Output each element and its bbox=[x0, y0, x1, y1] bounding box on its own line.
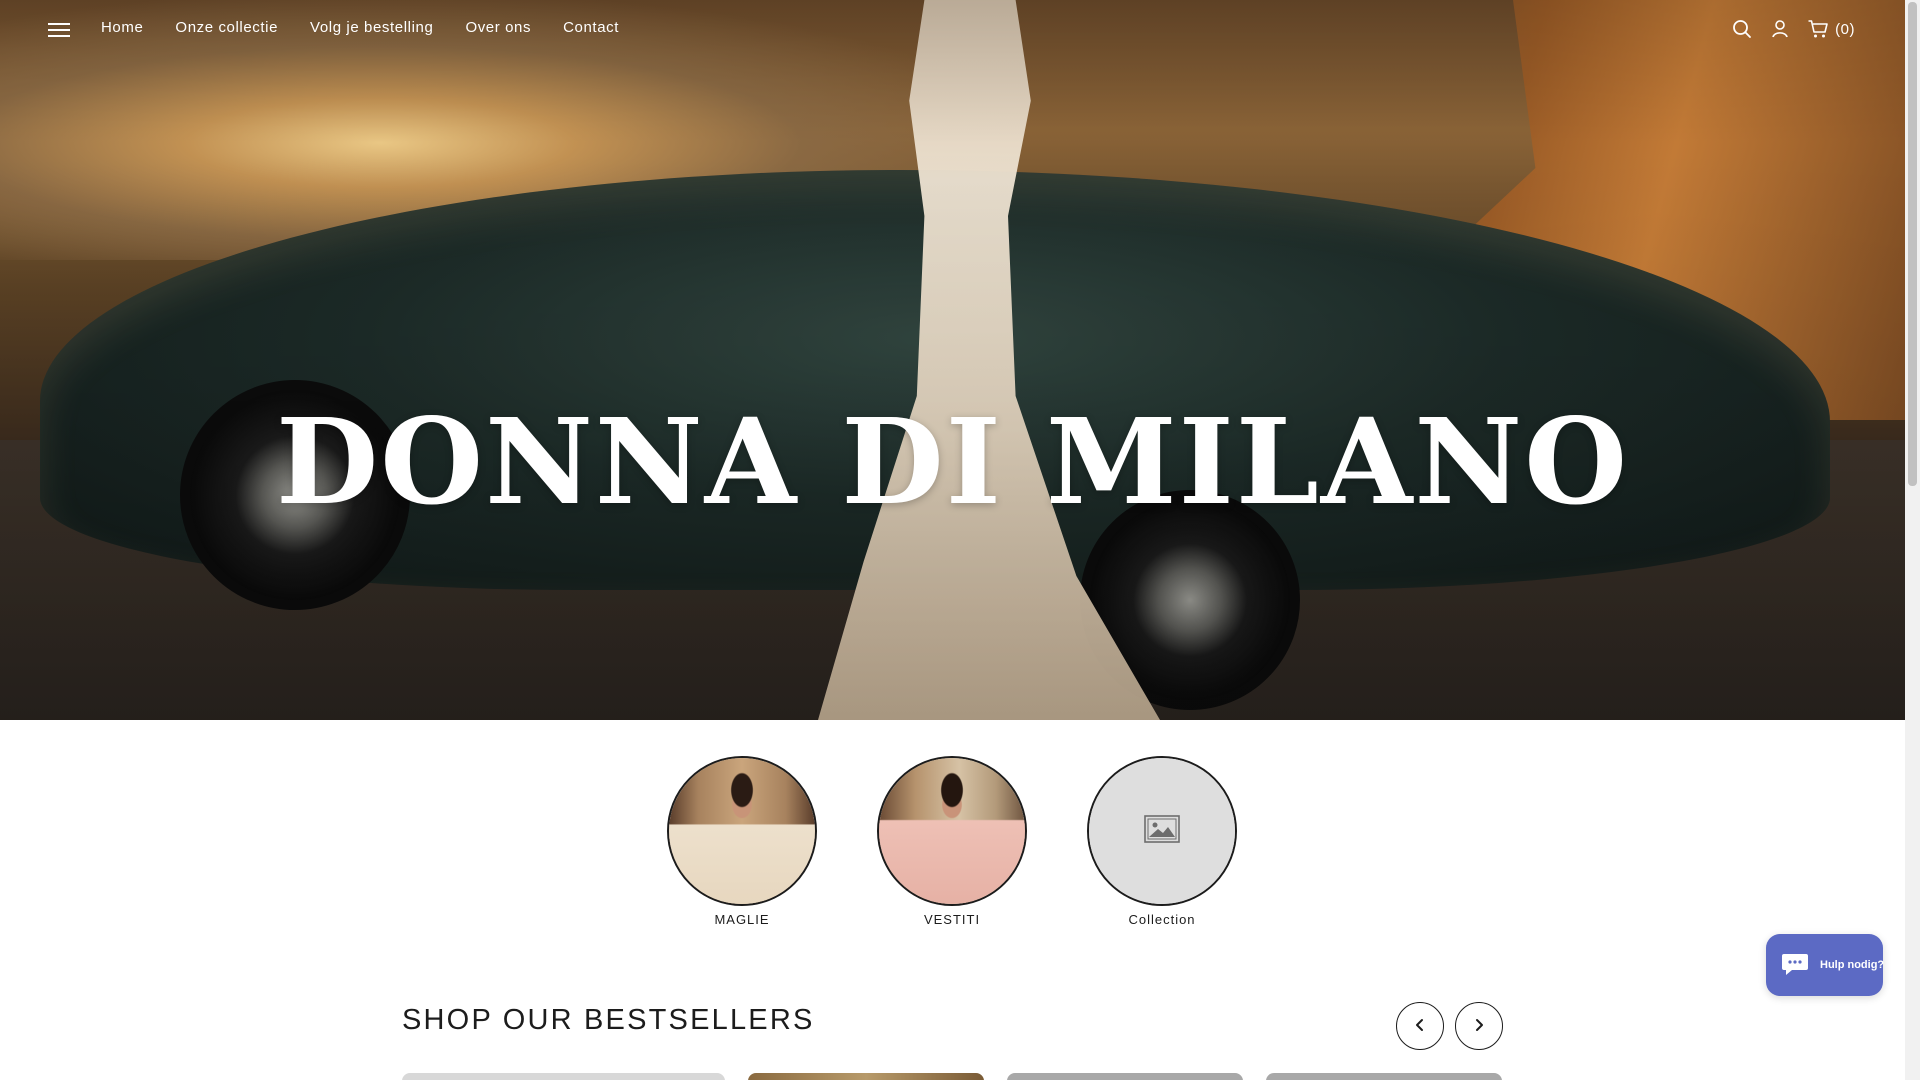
hero-overlay bbox=[0, 0, 1905, 720]
product-card[interactable] bbox=[1007, 1073, 1243, 1080]
nav-onze-collectie[interactable]: Onze collectie bbox=[175, 19, 278, 36]
product-card[interactable] bbox=[748, 1073, 984, 1080]
collection-placeholder[interactable]: Collection bbox=[1087, 756, 1237, 927]
collections-row: MAGLIE VESTITI Collection bbox=[0, 756, 1905, 936]
page-scrollbar[interactable] bbox=[1905, 0, 1920, 1080]
image-placeholder-icon bbox=[1144, 815, 1180, 847]
cart-icon[interactable] bbox=[1807, 18, 1829, 40]
account-icon[interactable] bbox=[1769, 18, 1791, 40]
chevron-left-icon bbox=[1413, 1017, 1427, 1036]
chevron-right-icon bbox=[1472, 1017, 1486, 1036]
header-icons: (0) bbox=[1715, 18, 1855, 40]
collection-image[interactable] bbox=[667, 756, 817, 906]
nav-volg-je-bestelling[interactable]: Volg je bestelling bbox=[310, 19, 433, 36]
chat-bubble-icon bbox=[1780, 952, 1810, 978]
product-card[interactable] bbox=[1266, 1073, 1502, 1080]
carousel-prev-button[interactable] bbox=[1396, 1002, 1444, 1050]
cart-count[interactable]: (0) bbox=[1835, 21, 1855, 38]
hero-title: DONNA DI MILANO bbox=[275, 392, 1630, 531]
chat-label: Hulp nodig? bbox=[1820, 959, 1885, 971]
collection-image[interactable] bbox=[1087, 756, 1237, 906]
nav-home[interactable]: Home bbox=[101, 19, 143, 36]
main-nav: Home Onze collectie Volg je bestelling O… bbox=[101, 19, 651, 36]
carousel-next-button[interactable] bbox=[1455, 1002, 1503, 1050]
chat-widget-button[interactable]: Hulp nodig? bbox=[1766, 934, 1885, 996]
nav-contact[interactable]: Contact bbox=[563, 19, 619, 36]
nav-over-ons[interactable]: Over ons bbox=[465, 19, 531, 36]
scrollbar-thumb[interactable] bbox=[1908, 2, 1917, 486]
collection-label[interactable]: VESTITI bbox=[877, 912, 1027, 927]
bestsellers-title: SHOP OUR BESTSELLERS bbox=[402, 1004, 815, 1036]
product-card[interactable] bbox=[402, 1073, 725, 1080]
hero-banner: DONNA DI MILANO bbox=[0, 0, 1905, 720]
collection-label[interactable]: Collection bbox=[1087, 912, 1237, 927]
site-header: Home Onze collectie Volg je bestelling O… bbox=[0, 0, 1905, 60]
hamburger-icon[interactable] bbox=[48, 20, 70, 38]
collection-label[interactable]: MAGLIE bbox=[667, 912, 817, 927]
collection-maglie[interactable]: MAGLIE bbox=[667, 756, 817, 927]
collection-image[interactable] bbox=[877, 756, 1027, 906]
collection-vestiti[interactable]: VESTITI bbox=[877, 756, 1027, 927]
search-icon[interactable] bbox=[1731, 18, 1753, 40]
